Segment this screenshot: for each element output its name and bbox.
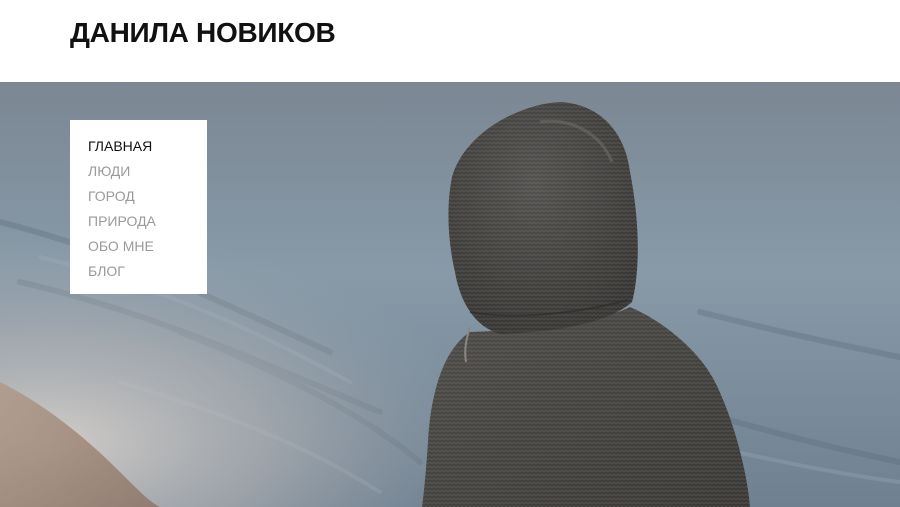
menu-item-city[interactable]: ГОРОД (88, 186, 207, 211)
main-menu-list: ГЛАВНАЯ ЛЮДИ ГОРОД ПРИРОДА ОБО МНЕ БЛОГ (70, 136, 207, 286)
menu-item-people[interactable]: ЛЮДИ (88, 161, 207, 186)
menu-item-home[interactable]: ГЛАВНАЯ (88, 136, 207, 161)
site-header: ДАНИЛА НОВИКОВ (0, 0, 900, 82)
site-title[interactable]: ДАНИЛА НОВИКОВ (70, 15, 336, 51)
menu-item-blog[interactable]: БЛОГ (88, 261, 207, 286)
page: ДАНИЛА НОВИКОВ ГЛАВНАЯ ЛЮДИ ГОРОД ПРИРОД… (0, 0, 900, 507)
main-menu: ГЛАВНАЯ ЛЮДИ ГОРОД ПРИРОДА ОБО МНЕ БЛОГ (70, 120, 207, 294)
menu-item-about[interactable]: ОБО МНЕ (88, 236, 207, 261)
menu-item-nature[interactable]: ПРИРОДА (88, 211, 207, 236)
